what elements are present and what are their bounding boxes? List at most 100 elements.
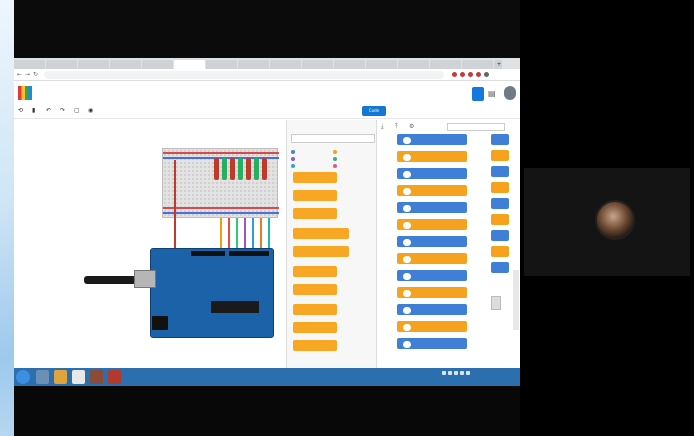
breadboard[interactable] <box>162 148 279 218</box>
wire[interactable] <box>236 218 238 248</box>
palette-block[interactable] <box>293 208 337 219</box>
code-block[interactable] <box>397 287 467 298</box>
tray-icon[interactable] <box>454 371 458 375</box>
extension-icon[interactable] <box>476 72 481 77</box>
avatar[interactable] <box>504 86 516 100</box>
tray-icon[interactable] <box>466 371 470 375</box>
reload-icon[interactable]: ↻ <box>33 71 38 78</box>
folder-icon[interactable] <box>54 370 67 384</box>
share-icon[interactable] <box>472 87 484 101</box>
url-field[interactable] <box>44 71 444 79</box>
category-item[interactable] <box>291 148 333 155</box>
undo-icon[interactable]: ↶ <box>46 107 51 114</box>
new-tab-button[interactable]: + <box>494 60 502 69</box>
explorer-icon[interactable] <box>36 370 49 384</box>
browser-tab[interactable] <box>334 60 365 69</box>
category-item[interactable] <box>333 148 375 155</box>
value-slot[interactable] <box>403 153 411 161</box>
chrome-icon[interactable] <box>72 370 85 384</box>
code-block[interactable] <box>491 150 509 161</box>
delete-icon[interactable]: ▮ <box>32 107 35 114</box>
app-icon[interactable] <box>90 370 103 384</box>
start-icon[interactable] <box>16 370 30 384</box>
code-block[interactable] <box>397 202 467 213</box>
category-item[interactable] <box>291 162 333 169</box>
wire[interactable] <box>228 218 230 248</box>
tray-icon[interactable] <box>448 371 452 375</box>
wire[interactable] <box>244 218 246 248</box>
wire[interactable] <box>252 218 254 248</box>
value-slot[interactable] <box>403 204 411 212</box>
browser-tab[interactable] <box>398 60 429 69</box>
code-block[interactable] <box>397 185 467 196</box>
code-block[interactable] <box>491 182 509 193</box>
value-slot[interactable] <box>403 340 411 348</box>
code-block[interactable] <box>397 219 467 230</box>
browser-tab[interactable] <box>366 60 397 69</box>
code-block[interactable] <box>397 134 467 145</box>
palette-block[interactable] <box>293 340 337 351</box>
led-red[interactable] <box>262 158 267 180</box>
code-button[interactable]: Code <box>362 106 386 116</box>
value-slot[interactable] <box>403 187 411 195</box>
palette-block[interactable] <box>293 322 337 333</box>
palette-block[interactable] <box>293 304 337 315</box>
download-icon[interactable]: ⤓ <box>381 123 384 131</box>
value-slot[interactable] <box>403 289 411 297</box>
extension-icon[interactable] <box>460 72 465 77</box>
wire[interactable] <box>174 160 176 250</box>
code-block[interactable] <box>491 198 509 209</box>
participant-tile[interactable] <box>524 168 690 276</box>
code-block[interactable] <box>491 134 509 145</box>
code-block[interactable] <box>491 214 509 225</box>
tray-icon[interactable] <box>442 371 446 375</box>
blocks-workspace[interactable]: ⤓ ⤒ ⚙ <box>377 120 520 368</box>
palette-block[interactable] <box>293 246 349 257</box>
redo-icon[interactable]: ↷ <box>60 107 65 114</box>
scrollbar[interactable] <box>513 270 519 330</box>
value-slot[interactable] <box>403 306 411 314</box>
code-block[interactable] <box>397 270 467 281</box>
arduino-uno-board[interactable] <box>150 248 274 338</box>
code-block[interactable] <box>397 253 467 264</box>
code-block[interactable] <box>491 166 509 177</box>
browser-tab[interactable] <box>302 60 333 69</box>
extension-icon[interactable] <box>468 72 473 77</box>
code-block[interactable] <box>397 338 467 349</box>
browser-tab[interactable] <box>462 60 493 69</box>
settings-icon[interactable]: ⚙ <box>409 123 414 130</box>
led-red[interactable] <box>230 158 235 180</box>
led-green[interactable] <box>222 158 227 180</box>
code-block[interactable] <box>491 230 509 241</box>
browser-tab[interactable] <box>142 60 173 69</box>
back-icon[interactable]: ← <box>17 71 22 78</box>
browser-tab[interactable] <box>270 60 301 69</box>
code-block[interactable] <box>397 168 467 179</box>
led-green[interactable] <box>238 158 243 180</box>
value-slot[interactable] <box>403 272 411 280</box>
wire[interactable] <box>260 218 262 248</box>
led-green[interactable] <box>254 158 259 180</box>
tray-icon[interactable] <box>460 371 464 375</box>
profile-icon[interactable] <box>484 72 489 77</box>
palette-block[interactable] <box>293 228 349 239</box>
trash-icon[interactable] <box>491 296 501 310</box>
wire[interactable] <box>220 218 222 248</box>
tinkercad-logo[interactable] <box>18 86 32 100</box>
value-slot[interactable] <box>403 221 411 229</box>
code-block[interactable] <box>491 262 509 273</box>
code-block[interactable] <box>397 321 467 332</box>
browser-tab[interactable] <box>46 60 77 69</box>
code-block[interactable] <box>397 151 467 162</box>
value-slot[interactable] <box>403 170 411 178</box>
palette-block[interactable] <box>293 266 337 277</box>
value-slot[interactable] <box>403 323 411 331</box>
palette-block[interactable] <box>293 190 337 201</box>
extension-icon[interactable] <box>452 72 457 77</box>
category-item[interactable] <box>291 155 333 162</box>
code-block[interactable] <box>397 236 467 247</box>
view-icon[interactable]: ◉ <box>88 107 93 114</box>
usb-cable[interactable] <box>84 276 136 284</box>
bell-icon[interactable]: ▤ <box>488 89 496 98</box>
browser-tab[interactable] <box>430 60 461 69</box>
